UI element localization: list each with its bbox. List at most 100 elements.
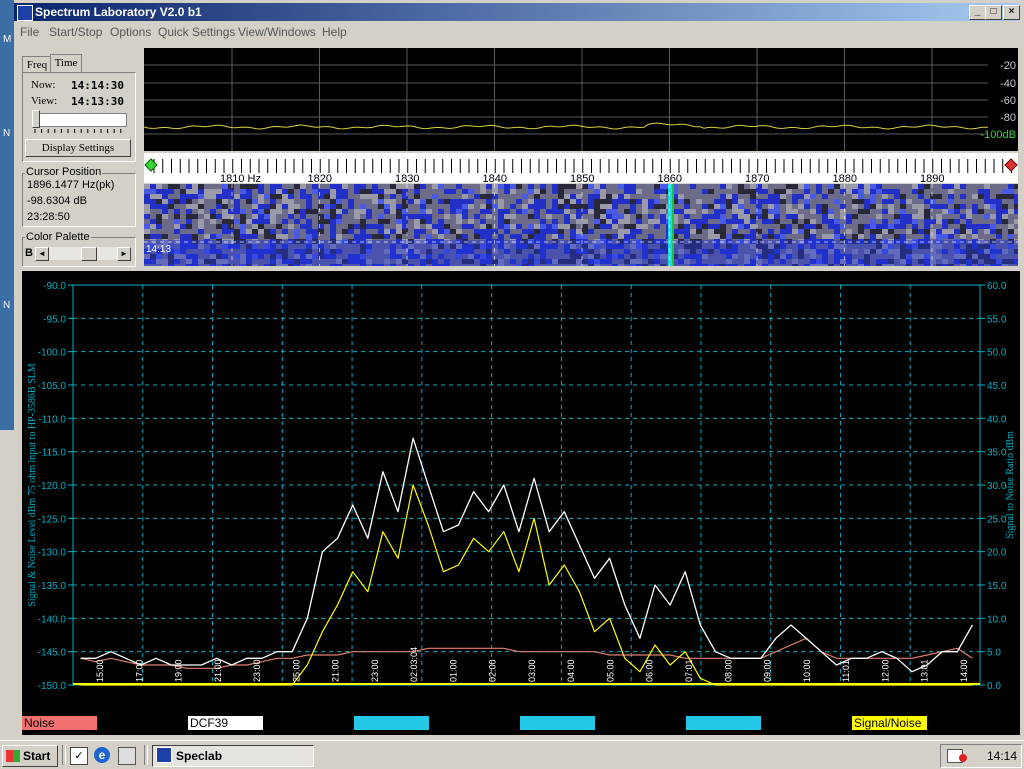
waterfall-cell xyxy=(360,234,366,239)
time-slider-track[interactable] xyxy=(37,113,127,127)
waterfall-cell xyxy=(144,209,150,214)
waterfall-cell xyxy=(534,199,540,204)
palette-letter: B xyxy=(25,247,33,259)
waterfall-cell xyxy=(948,184,954,189)
waterfall-cell xyxy=(894,194,900,199)
waterfall-cell xyxy=(462,209,468,214)
waterfall-cell xyxy=(378,214,384,219)
signal-noise-chart[interactable]: -90.0 60.0 -95.0 55.0 -100.0 50.0 -105.0 45.0 -1… xyxy=(22,271,1020,735)
close-button[interactable]: × xyxy=(1003,5,1020,20)
waterfall-cell xyxy=(858,229,864,234)
x-tick-label: 07:01 xyxy=(684,659,694,682)
maximize-button[interactable]: □ xyxy=(985,5,1002,20)
waterfall-cell xyxy=(714,199,720,204)
waterfall-cell xyxy=(216,194,222,199)
app-icon[interactable] xyxy=(17,5,33,21)
waterfall-time-label: 14:13 xyxy=(146,244,171,255)
waterfall-cell xyxy=(786,214,792,219)
waterfall-cell xyxy=(228,209,234,214)
waterfall-cell xyxy=(912,189,918,194)
waterfall-cell xyxy=(642,204,648,209)
waterfall-cell xyxy=(240,224,246,229)
waterfall-display[interactable]: 14:13 xyxy=(144,184,1018,266)
time-slider-thumb[interactable] xyxy=(32,110,40,128)
minimize-button[interactable]: _ xyxy=(969,5,986,20)
waterfall-cell xyxy=(780,199,786,204)
waterfall-cell xyxy=(732,234,738,239)
palette-scrollbar-thumb[interactable] xyxy=(81,247,97,261)
menu-quick-settings[interactable]: Quick Settings xyxy=(158,25,235,39)
waterfall-cell xyxy=(1014,184,1018,189)
waterfall-cell xyxy=(246,184,252,189)
x-tick-label: 15:00 xyxy=(95,659,105,682)
waterfall-cell xyxy=(456,234,462,239)
menu-file[interactable]: File xyxy=(20,25,39,39)
waterfall-cell xyxy=(420,214,426,219)
waterfall-cell xyxy=(720,219,726,224)
show-desktop-icon[interactable]: ✓ xyxy=(70,747,88,765)
start-button[interactable]: Start xyxy=(2,745,58,767)
x-tick-label: 23:00 xyxy=(252,659,262,682)
quicklaunch-app-icon[interactable] xyxy=(118,747,136,765)
waterfall-cell xyxy=(654,204,660,209)
menu-start-stop[interactable]: Start/Stop xyxy=(49,25,102,39)
x-tick-label: 08:00 xyxy=(723,659,733,682)
y2-tick-label: 55.0 xyxy=(987,314,1007,325)
waterfall-cell xyxy=(882,224,888,229)
waterfall-cell xyxy=(828,234,834,239)
waterfall-cell xyxy=(498,204,504,209)
freq-label: 1840 xyxy=(483,173,507,183)
waterfall-cell xyxy=(456,209,462,214)
waterfall-cell xyxy=(414,184,420,189)
menu-view-windows[interactable]: View/Windows xyxy=(238,25,316,39)
waterfall-cell xyxy=(252,199,258,204)
waterfall-cell xyxy=(342,194,348,199)
menu-help[interactable]: Help xyxy=(322,25,347,39)
internet-explorer-icon[interactable]: e xyxy=(94,747,110,763)
waterfall-cell xyxy=(696,219,702,224)
waterfall-cell xyxy=(714,209,720,214)
waterfall-cell xyxy=(144,229,150,234)
waterfall-cell xyxy=(480,229,486,234)
palette-right-arrow-icon[interactable]: ► xyxy=(117,247,131,261)
taskbar-speclab-button[interactable]: Speclab xyxy=(152,745,314,767)
waterfall-cell xyxy=(252,209,258,214)
waterfall-cell xyxy=(936,204,942,209)
waterfall-cell xyxy=(486,214,492,219)
waterfall-cell xyxy=(882,209,888,214)
waterfall-cell xyxy=(978,194,984,199)
tray-clock[interactable]: 14:14 xyxy=(987,749,1017,763)
waterfall-cell xyxy=(378,204,384,209)
waterfall-cell xyxy=(996,204,1002,209)
waterfall-cell xyxy=(270,214,276,219)
waterfall-cell xyxy=(318,229,324,234)
waterfall-cell xyxy=(984,199,990,204)
waterfall-cell xyxy=(348,199,354,204)
frequency-scale[interactable]: 1810 Hz 1820 1830 1840 1850 1860 1870 1880 1890 xyxy=(144,153,1018,183)
waterfall-cell xyxy=(606,219,612,224)
waterfall-cell xyxy=(918,209,924,214)
waterfall-cell xyxy=(792,219,798,224)
waterfall-cell xyxy=(918,229,924,234)
waterfall-cell xyxy=(378,219,384,224)
title-bar[interactable]: Spectrum Laboratory V2.0 b1 _ □ × xyxy=(14,3,1020,21)
waterfall-cell xyxy=(252,224,258,229)
menu-options[interactable]: Options xyxy=(110,25,151,39)
waterfall-cell xyxy=(534,214,540,219)
waterfall-cell xyxy=(690,229,696,234)
y2-tick-label: 25.0 xyxy=(987,514,1007,525)
waterfall-cell xyxy=(828,214,834,219)
waterfall-cell xyxy=(630,209,636,214)
waterfall-cell xyxy=(324,214,330,219)
palette-left-arrow-icon[interactable]: ◄ xyxy=(35,247,49,261)
tray-alert-icon[interactable] xyxy=(959,754,967,762)
waterfall-cell xyxy=(600,189,606,194)
waterfall-cell xyxy=(372,189,378,194)
display-settings-button[interactable]: Display Settings xyxy=(25,139,131,157)
waterfall-cell xyxy=(612,204,618,209)
waterfall-cell xyxy=(1014,229,1018,234)
x-tick-label: 04:00 xyxy=(566,659,576,682)
waterfall-cell xyxy=(738,234,744,239)
spectrum-graph[interactable]: -20 -40 -60 -80 -100dB xyxy=(144,48,1018,151)
waterfall-cell xyxy=(702,204,708,209)
